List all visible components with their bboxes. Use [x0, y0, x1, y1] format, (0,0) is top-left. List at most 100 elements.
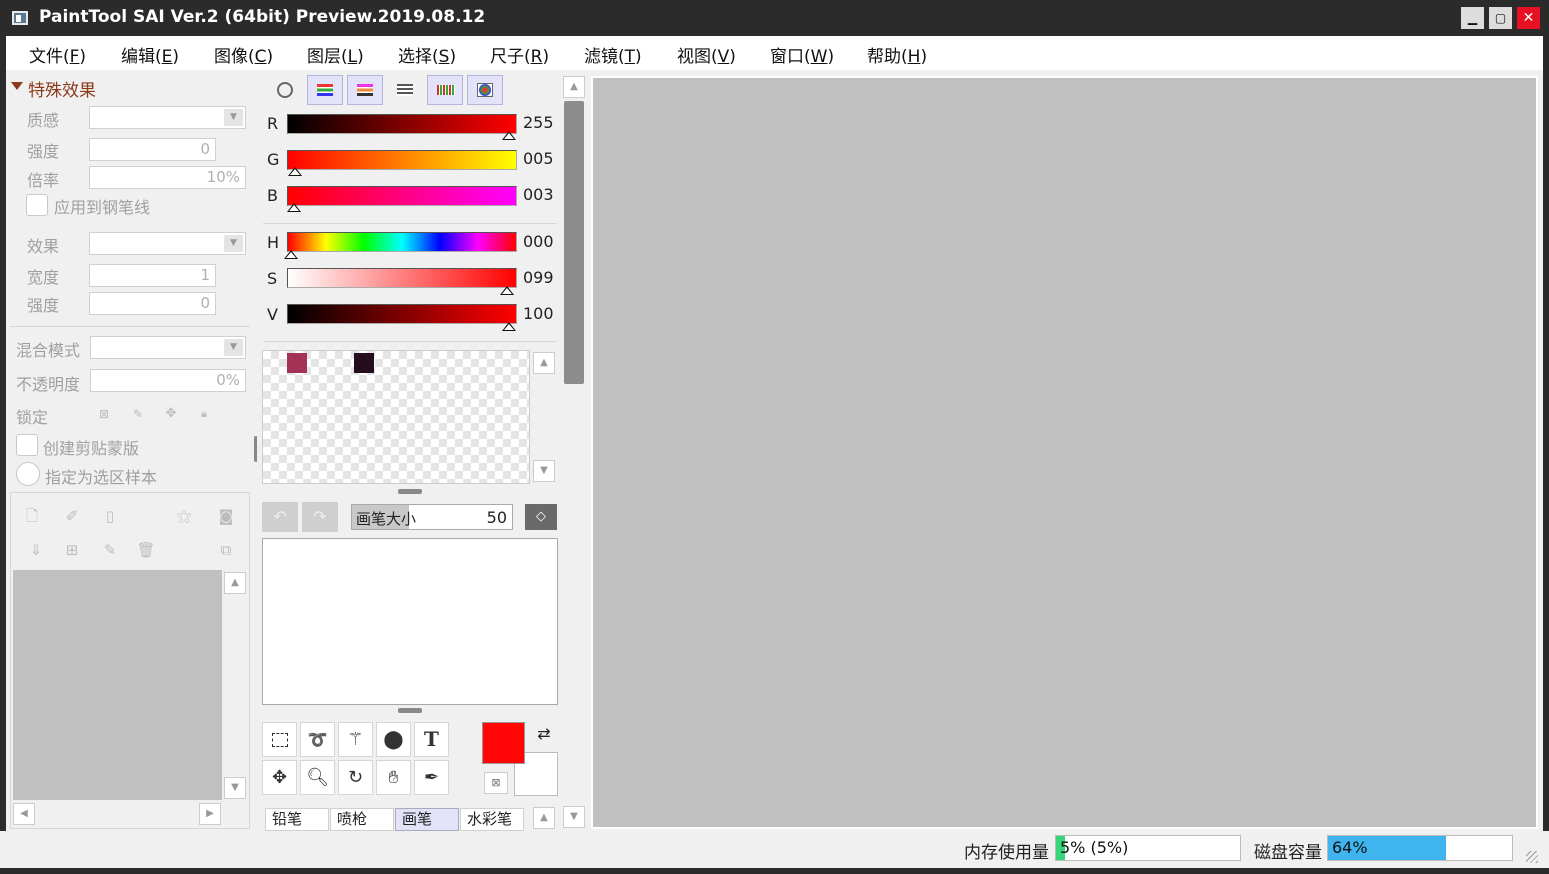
brush-tab-pencil[interactable]: 铅笔: [265, 808, 329, 831]
menu-view[interactable]: 视图(V): [677, 42, 736, 67]
eyedropper-tool-icon[interactable]: ✒: [414, 760, 449, 795]
close-button[interactable]: ✕: [1517, 7, 1540, 29]
swatch[interactable]: [287, 353, 307, 373]
menu-file[interactable]: 文件(F): [29, 42, 86, 67]
foreground-color-swatch[interactable]: [482, 722, 525, 764]
minimize-button[interactable]: ▁: [1461, 7, 1484, 29]
r-slider-marker[interactable]: [502, 131, 516, 140]
menu-ruler[interactable]: 尺子(R): [490, 42, 549, 67]
zoom-tool-icon[interactable]: 🔍︎: [300, 760, 335, 795]
redo-button[interactable]: ↷: [302, 502, 338, 532]
scroll-left-button[interactable]: ◀: [13, 803, 35, 825]
layer-effect-icon[interactable]: ⚝: [173, 505, 195, 527]
new-layer-icon[interactable]: 🗋︎: [21, 505, 43, 527]
menu-window[interactable]: 窗口(W): [770, 42, 834, 67]
width-slider[interactable]: 1: [89, 264, 216, 287]
lasso-tool-icon[interactable]: ➰: [300, 722, 335, 757]
hsv-slider-mode-button[interactable]: [347, 75, 383, 105]
menu-filter[interactable]: 滤镜(T): [584, 42, 642, 67]
shape-selection-tool-icon[interactable]: ⬤: [376, 722, 411, 757]
selection-sample-radio[interactable]: [16, 462, 40, 486]
scale-slider[interactable]: 10%: [89, 166, 246, 189]
h-slider-marker[interactable]: [284, 250, 298, 259]
collapse-arrow-icon[interactable]: [11, 82, 23, 90]
b-slider-marker[interactable]: [286, 203, 301, 212]
h-value[interactable]: 000: [523, 232, 554, 251]
trash-icon[interactable]: 🗑︎: [135, 539, 157, 561]
lock-paint-icon[interactable]: ✎: [127, 403, 149, 425]
scroll-down-button[interactable]: ▼: [224, 777, 246, 799]
layer-mask-icon[interactable]: ◙: [215, 505, 237, 527]
v-slider-marker[interactable]: [502, 322, 516, 331]
swatch-scroll-up-button[interactable]: ▲: [533, 352, 555, 374]
v-value[interactable]: 100: [523, 304, 554, 323]
scroll-right-button[interactable]: ▶: [199, 803, 221, 825]
color-swatch-grid[interactable]: [262, 350, 530, 484]
g-slider[interactable]: [287, 150, 517, 170]
eraser-icon[interactable]: ◇: [525, 504, 557, 530]
scratchpad-mode-button[interactable]: [467, 75, 503, 105]
text-tool-icon[interactable]: T: [414, 722, 449, 757]
tool-panel-scrollbar[interactable]: ▲ ▼: [563, 76, 585, 829]
new-pen-layer-icon[interactable]: ✐: [61, 505, 83, 527]
brush-tab-airbrush[interactable]: 喷枪: [330, 808, 394, 831]
menu-image[interactable]: 图像(C): [214, 42, 273, 67]
lock-transparency-icon[interactable]: ⊠: [93, 403, 115, 425]
brush-preview-area[interactable]: [262, 538, 558, 705]
lock-move-icon[interactable]: ✥: [160, 403, 182, 425]
scrollbar-up-button[interactable]: ▲: [563, 76, 585, 98]
menu-layer[interactable]: 图层(L): [307, 42, 364, 67]
s-value[interactable]: 099: [523, 268, 554, 287]
add-layer-icon[interactable]: ⊞: [61, 539, 83, 561]
transparent-color-icon[interactable]: ⊠: [484, 772, 508, 794]
s-slider-marker[interactable]: [499, 286, 514, 295]
scrollbar-down-button[interactable]: ▼: [563, 806, 585, 828]
layer-transform-icon[interactable]: ⧉: [215, 539, 237, 561]
layer-list[interactable]: [13, 570, 222, 800]
color-wheel-mode-button[interactable]: [267, 75, 303, 105]
swatch-scroll-down-button[interactable]: ▼: [533, 460, 555, 482]
effect-dropdown[interactable]: ▼: [89, 232, 246, 255]
v-slider[interactable]: [287, 304, 517, 324]
strength2-field[interactable]: 0: [89, 292, 216, 315]
clear-layer-icon[interactable]: ✎: [99, 539, 121, 561]
s-slider[interactable]: [287, 268, 517, 288]
rgb-slider-mode-button[interactable]: [307, 75, 343, 105]
swatch[interactable]: [354, 353, 374, 373]
effects-header[interactable]: 特殊效果: [28, 76, 96, 101]
panel-resize-handle[interactable]: [398, 708, 422, 713]
menu-select[interactable]: 选择(S): [398, 42, 456, 67]
blend-mode-dropdown[interactable]: ▼: [90, 336, 246, 359]
brush-size-field[interactable]: 画笔大小 50: [351, 504, 513, 530]
r-slider[interactable]: [287, 114, 517, 134]
scroll-up-button[interactable]: ▲: [224, 572, 246, 594]
new-layer-folder-icon[interactable]: ▯: [99, 505, 121, 527]
brush-tab-brush[interactable]: 画笔: [395, 808, 459, 831]
scrollbar-thumb[interactable]: [564, 101, 584, 384]
r-value[interactable]: 255: [523, 113, 554, 132]
b-value[interactable]: 003: [523, 185, 554, 204]
resize-grip-icon[interactable]: [1526, 851, 1538, 863]
apply-pen-checkbox[interactable]: [26, 194, 48, 216]
marquee-tool-icon[interactable]: [262, 722, 297, 757]
undo-button[interactable]: ↶: [262, 502, 298, 532]
brush-tab-watercolor[interactable]: 水彩笔: [460, 808, 524, 831]
move-tool-icon[interactable]: ✥: [262, 760, 297, 795]
hand-tool-icon[interactable]: ✋︎: [376, 760, 411, 795]
panel-resize-handle[interactable]: [398, 489, 422, 494]
g-value[interactable]: 005: [523, 149, 554, 168]
texture-dropdown[interactable]: ▼: [89, 106, 246, 129]
menu-edit[interactable]: 编辑(E): [121, 42, 179, 67]
g-slider-marker[interactable]: [288, 167, 303, 176]
color-mixer-mode-button[interactable]: [387, 75, 423, 105]
menu-help[interactable]: 帮助(H): [867, 42, 927, 67]
brush-tabs-scroll-up-button[interactable]: ▲: [533, 807, 555, 829]
canvas-area[interactable]: [591, 76, 1538, 829]
lock-all-icon[interactable]: 🔒︎: [193, 403, 215, 425]
maximize-button[interactable]: ▢: [1489, 7, 1512, 29]
magic-wand-tool-icon[interactable]: ⚚: [338, 722, 373, 757]
swatches-mode-button[interactable]: [427, 75, 463, 105]
opacity-slider[interactable]: 0%: [90, 369, 246, 392]
clipping-mask-checkbox[interactable]: [16, 434, 38, 456]
strength-field[interactable]: 0: [89, 138, 216, 161]
